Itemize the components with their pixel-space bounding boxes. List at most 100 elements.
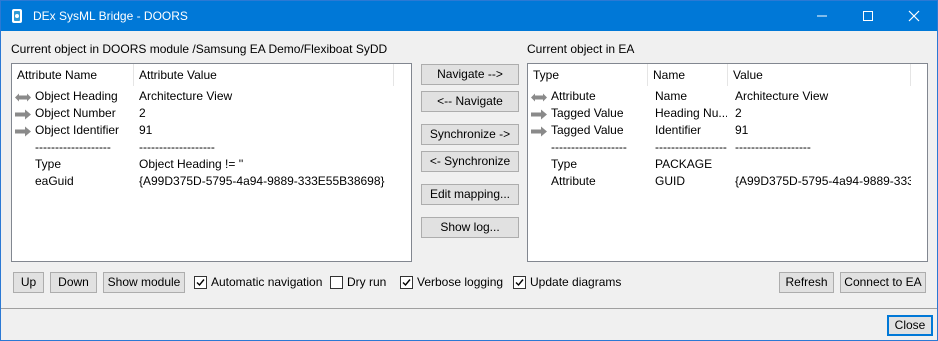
minimize-button[interactable] — [799, 1, 845, 31]
down-button[interactable]: Down — [50, 272, 97, 293]
button-label: Show module — [107, 275, 181, 289]
list-row[interactable]: Tagged Value Heading Nu... 2 — [528, 105, 908, 122]
attribute-value-cell: ------------------- — [139, 140, 215, 154]
value-cell: ------------------- — [735, 140, 811, 154]
show-log-button[interactable]: Show log... — [421, 217, 519, 238]
attribute-name-cell: Type — [35, 157, 62, 171]
attribute-name-cell: Object Identifier — [35, 123, 120, 137]
name-cell: Identifier — [655, 123, 702, 137]
up-button[interactable]: Up — [13, 272, 44, 293]
navigate-left-button[interactable]: <-- Navigate — [421, 91, 519, 112]
attribute-name-cell: ------------------- — [35, 140, 111, 154]
button-label: Refresh — [785, 275, 828, 289]
type-cell: Tagged Value — [551, 106, 624, 120]
value-cell: {A99D375D-5795-4a94-9889-333... — [735, 174, 911, 188]
name-cell: PACKAGE — [655, 157, 713, 171]
name-cell: Heading Nu... — [655, 106, 727, 120]
checkbox-box[interactable] — [400, 276, 413, 289]
ea-panel-label: Current object in EA — [527, 42, 635, 56]
value-cell: 91 — [735, 123, 749, 137]
automatic-navigation-checkbox[interactable]: Automatic navigation — [194, 275, 322, 291]
value-cell: Architecture View — [735, 89, 829, 103]
right-arrow-icon — [15, 108, 31, 120]
title-bar[interactable]: DEx SysML Bridge - DOORS — [1, 1, 937, 31]
attribute-value-cell: 91 — [139, 123, 153, 137]
list-row[interactable]: ------------------- ------------------- --… — [528, 139, 908, 156]
close-button[interactable]: Close — [887, 315, 933, 336]
name-cell: GUID — [655, 174, 685, 188]
verbose-logging-checkbox[interactable]: Verbose logging — [400, 275, 504, 291]
attribute-name-cell: Object Heading — [35, 89, 118, 103]
window-title: DEx SysML Bridge - DOORS — [33, 9, 188, 23]
connect-to-ea-button[interactable]: Connect to EA — [840, 272, 926, 293]
doors-panel-label: Current object in DOORS module /Samsung … — [11, 42, 388, 56]
type-cell: Tagged Value — [551, 123, 624, 137]
list-row[interactable]: ------------------- ------------------- — [12, 139, 392, 156]
button-label: Edit mapping... — [429, 187, 511, 201]
synchronize-left-button[interactable]: <- Synchronize — [421, 151, 519, 172]
list-row[interactable]: Object Identifier 91 — [12, 122, 392, 139]
list-row[interactable]: eaGuid {A99D375D-5795-4a94-9889-333E55B38… — [12, 173, 392, 190]
synchronize-right-button[interactable]: Synchronize -> — [421, 124, 519, 145]
checkbox-box[interactable] — [330, 276, 343, 289]
ea-attribute-list[interactable]: Type Name Value Attribute Name Architectur… — [527, 63, 928, 262]
app-icon — [9, 8, 25, 24]
column-header-value[interactable]: Value — [728, 64, 911, 86]
maximize-button[interactable] — [845, 1, 891, 31]
checkbox-label: Update diagrams — [530, 275, 622, 289]
type-cell: Attribute — [551, 89, 596, 103]
list-row[interactable]: Type PACKAGE — [528, 156, 908, 173]
refresh-button[interactable]: Refresh — [779, 272, 834, 293]
attribute-value-cell: Object Heading != '' — [139, 157, 244, 171]
close-icon — [908, 10, 920, 22]
button-label: Connect to EA — [844, 275, 922, 289]
name-cell: ------------------- — [655, 140, 727, 154]
column-header-attribute-value[interactable]: Attribute Value — [134, 64, 394, 86]
button-label: <-- Navigate — [437, 94, 503, 108]
name-cell: Name — [655, 89, 688, 103]
attribute-name-cell: Object Number — [35, 106, 116, 120]
maximize-icon — [863, 11, 873, 21]
checkbox-box[interactable] — [194, 276, 207, 289]
button-label: Down — [58, 275, 89, 289]
edit-mapping-button[interactable]: Edit mapping... — [421, 184, 519, 205]
show-module-button[interactable]: Show module — [103, 272, 185, 293]
column-header-name[interactable]: Name — [648, 64, 728, 86]
list-row[interactable]: Object Heading Architecture View — [12, 88, 392, 105]
value-cell: 2 — [735, 106, 742, 120]
double-arrow-icon — [15, 91, 31, 102]
list-row[interactable]: Type Object Heading != '' — [12, 156, 392, 173]
list-row[interactable]: Attribute GUID {A99D375D-5795-4a94-9889-33… — [528, 173, 911, 190]
attribute-value-cell: {A99D375D-5795-4a94-9889-333E55B38698} — [139, 174, 385, 188]
checkbox-label: Automatic navigation — [211, 275, 323, 289]
navigate-right-button[interactable]: Navigate --> — [421, 64, 519, 85]
button-label: Synchronize -> — [429, 127, 511, 141]
minimize-icon — [817, 15, 827, 17]
close-window-button[interactable] — [891, 1, 937, 31]
doors-attribute-list[interactable]: Attribute Name Attribute Value Object He… — [11, 63, 412, 262]
checkbox-label: Dry run — [347, 275, 387, 289]
dialog-footer — [1, 309, 937, 340]
button-label: Navigate --> — [437, 67, 503, 81]
checkbox-label: Verbose logging — [417, 275, 504, 289]
type-cell: ------------------- — [551, 140, 627, 154]
type-cell: Attribute — [551, 174, 596, 188]
button-label: Up — [20, 275, 37, 289]
checkbox-box[interactable] — [513, 276, 526, 289]
right-arrow-icon — [15, 125, 31, 137]
column-header-type[interactable]: Type — [528, 64, 648, 86]
list-row[interactable]: Object Number 2 — [12, 105, 392, 122]
update-diagrams-checkbox[interactable]: Update diagrams — [513, 275, 621, 291]
button-label: Close — [894, 318, 926, 332]
right-arrow-icon — [531, 108, 547, 120]
double-arrow-icon — [531, 91, 547, 102]
list-row[interactable]: Tagged Value Identifier 91 — [528, 122, 908, 139]
app-window: DEx SysML Bridge - DOORS Current object … — [0, 0, 938, 341]
column-header-attribute-name[interactable]: Attribute Name — [12, 64, 134, 86]
button-label: Show log... — [440, 220, 500, 234]
type-cell: Type — [551, 157, 578, 171]
list-row[interactable]: Attribute Name Architecture View — [528, 88, 908, 105]
check-icon — [402, 279, 411, 287]
button-label: <- Synchronize — [429, 154, 511, 168]
dry-run-checkbox[interactable]: Dry run — [330, 275, 390, 291]
